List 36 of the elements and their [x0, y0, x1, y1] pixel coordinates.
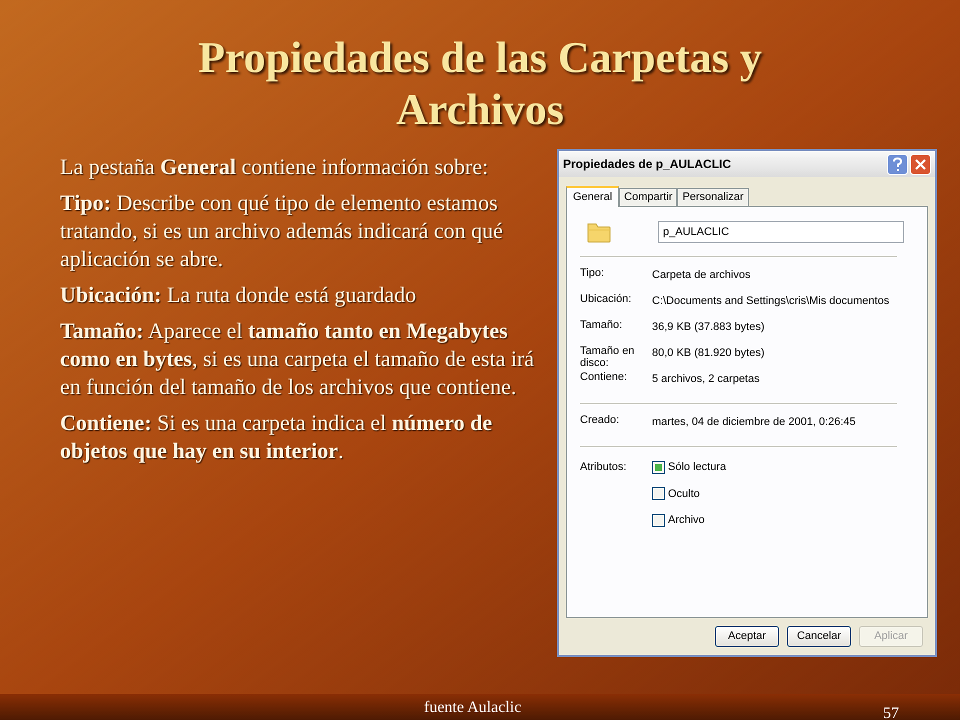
property-label: Tipo:	[580, 267, 606, 281]
property-label: Ubicación:	[580, 293, 632, 307]
help-icon[interactable]	[887, 154, 908, 174]
checkbox[interactable]	[652, 487, 665, 500]
property-value: martes, 04 de diciembre de 2001, 0:26:45	[652, 415, 856, 430]
close-icon[interactable]	[910, 154, 931, 174]
body-paragraph: Tamaño: Aparece el tamaño tanto en Megabytes como en bytes, si es una carpeta el tamaño de esta irá en función del tamaño de los archivos que contiene.	[60, 317, 536, 401]
body-paragraph: Contiene: Si es una carpeta indica el número de objetos que hay en su interior.	[60, 409, 494, 465]
tab[interactable]: General	[566, 186, 620, 207]
window-title: Propiedades de p_AULACLIC	[563, 156, 732, 173]
body-paragraph: Ubicación: La ruta donde está guardado	[60, 281, 418, 309]
checkbox-label: Sólo lectura	[668, 460, 726, 475]
property-value: Carpeta de archivos	[652, 268, 750, 283]
dialog-button[interactable]: Cancelar	[787, 626, 851, 647]
tab[interactable]: Personalizar	[677, 188, 749, 206]
body-paragraph: Tipo: Describe con qué tipo de elemento estamos tratando, si es un archivo además indicará con qué aplicación se abre.	[60, 189, 504, 273]
name-field[interactable]: p_AULACLIC	[658, 221, 904, 243]
property-label: Creado:	[580, 414, 620, 428]
property-value: 36,9 KB (37.883 bytes)	[652, 320, 765, 335]
page-number: 57	[883, 704, 899, 720]
body-paragraph: La pestaña General contiene información sobre:	[60, 153, 490, 181]
property-label: Atributos:	[580, 460, 628, 475]
property-label: Tamaño en disco:	[580, 345, 636, 371]
tab[interactable]: Compartir	[619, 188, 678, 206]
property-value: 5 archivos, 2 carpetas	[652, 372, 760, 387]
property-value: 80,0 KB (81.920 bytes)	[652, 346, 765, 361]
checkbox-label: Oculto	[668, 486, 700, 502]
slide-title: Propiedades de las Carpetas y Archivos	[197, 32, 763, 136]
checkbox-label: Archivo	[668, 513, 705, 528]
footer-source: fuente Aulaclic	[424, 698, 522, 718]
property-label: Contiene:	[580, 371, 628, 385]
checkbox[interactable]	[652, 460, 665, 474]
property-label: Tamaño:	[580, 319, 624, 333]
checkbox[interactable]	[652, 514, 665, 527]
property-value: C:\Documents and Settings\cris\Mis documentos	[652, 294, 890, 309]
dialog-button[interactable]: Aceptar	[715, 626, 779, 647]
